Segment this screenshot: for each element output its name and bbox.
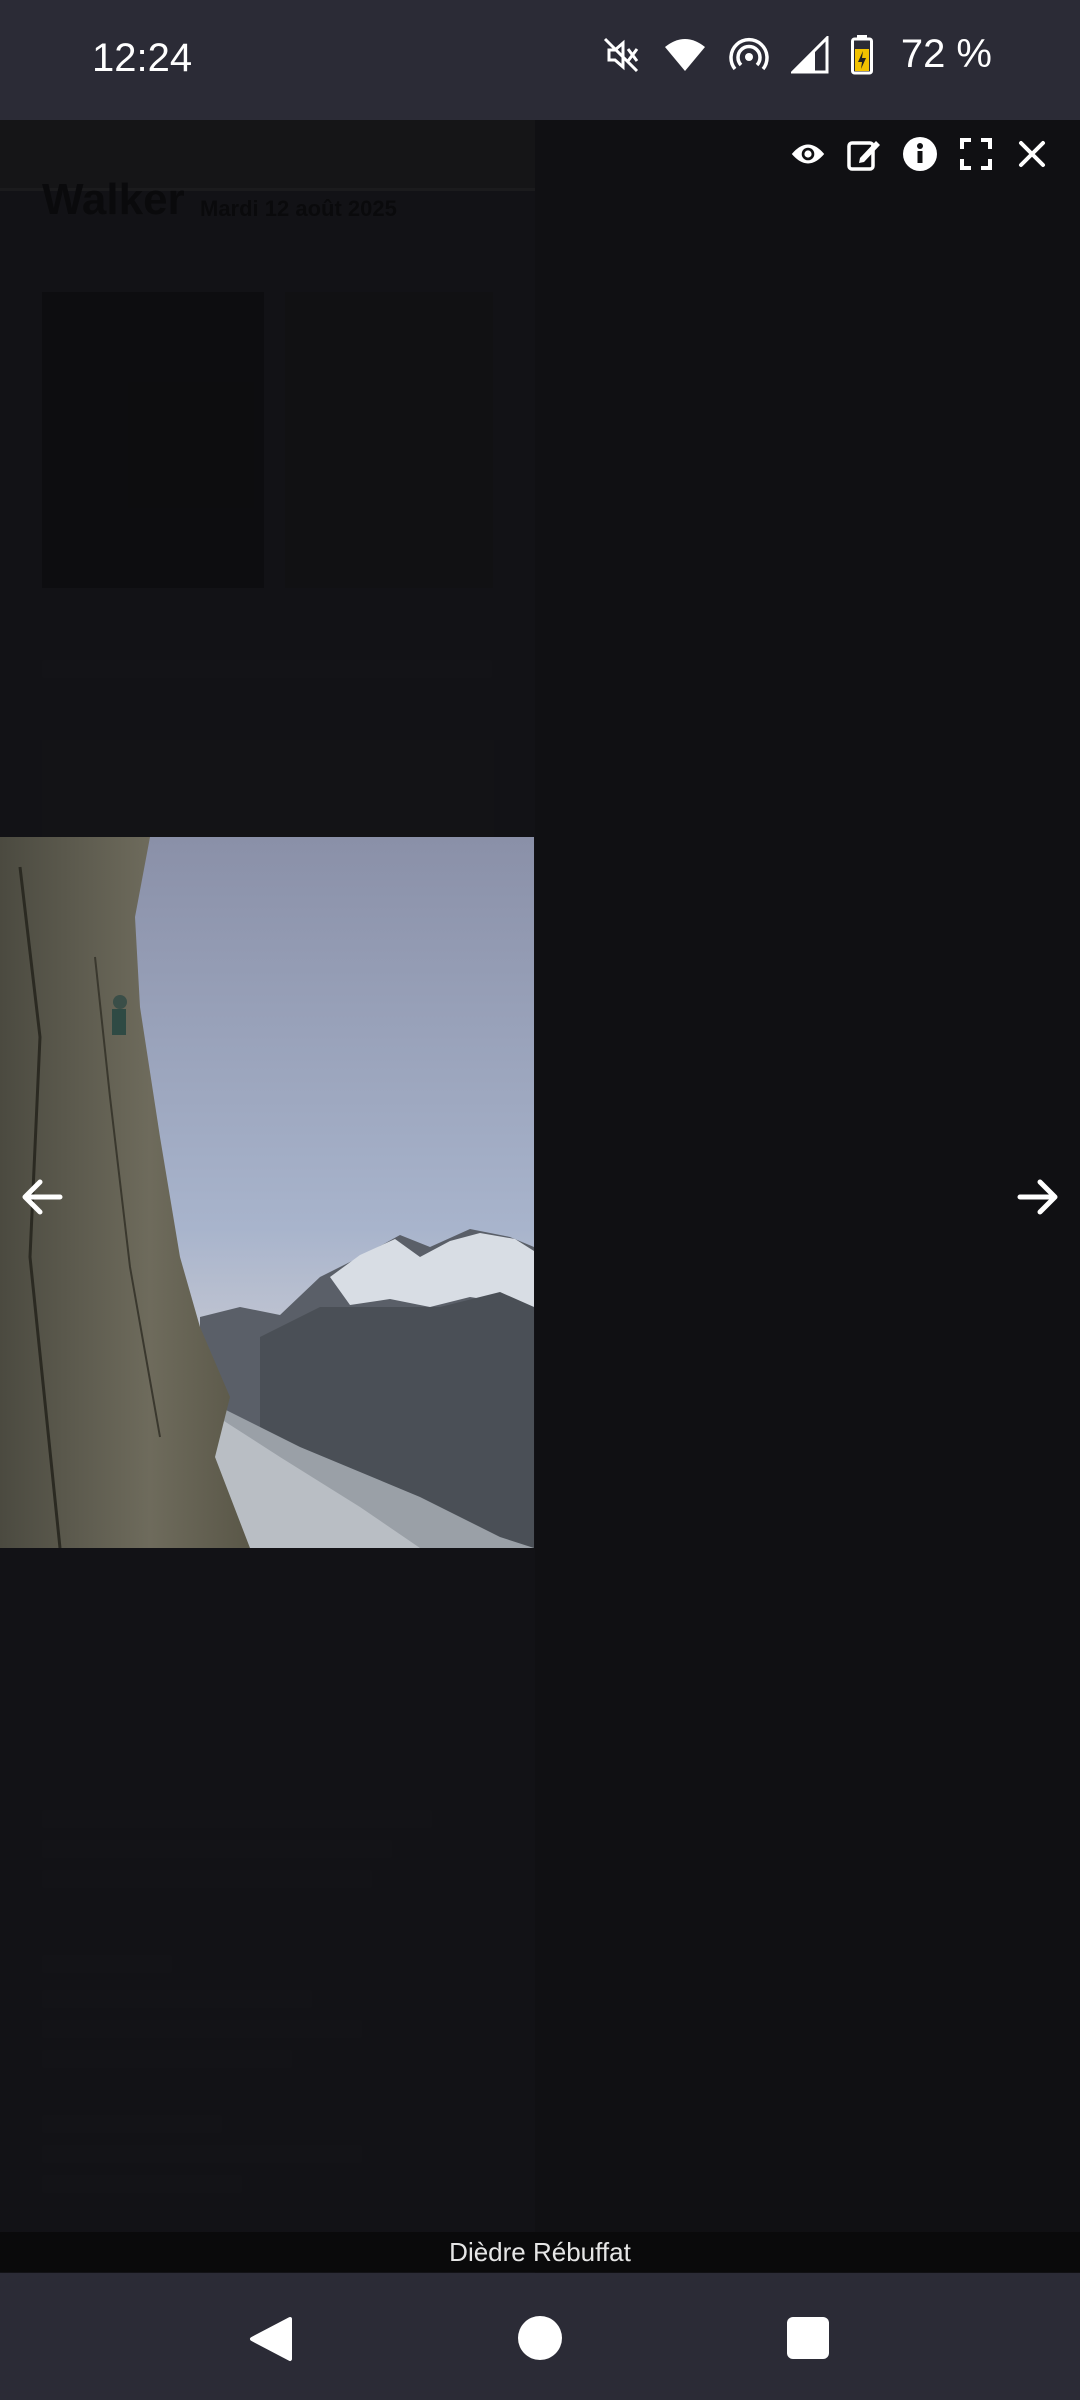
status-bar: 12:24 72 % — [0, 0, 1080, 120]
recents-icon[interactable] — [787, 2317, 829, 2359]
signal-icon — [790, 35, 829, 74]
battery-icon — [850, 34, 873, 75]
back-icon[interactable] — [248, 2315, 294, 2368]
close-icon[interactable] — [1014, 136, 1050, 172]
battery-percent: 72 % — [900, 32, 992, 76]
arrow-right-icon[interactable] — [1012, 1170, 1066, 1224]
arrow-left-icon[interactable] — [14, 1170, 68, 1224]
hotspot-icon — [729, 35, 769, 75]
fullscreen-icon[interactable] — [958, 136, 994, 172]
status-time: 12:24 — [92, 36, 193, 80]
edit-icon[interactable] — [846, 136, 882, 172]
home-icon[interactable] — [518, 2316, 562, 2360]
eye-icon[interactable] — [790, 136, 826, 172]
status-icons: 72 % — [601, 32, 992, 77]
mute-icon — [601, 35, 641, 75]
viewer-photo[interactable] — [0, 837, 534, 1548]
photo-caption: Dièdre Rébuffat — [449, 2237, 631, 2267]
wifi-icon — [663, 37, 707, 73]
info-icon[interactable] — [902, 136, 938, 172]
viewer-toolbar — [790, 136, 1050, 172]
